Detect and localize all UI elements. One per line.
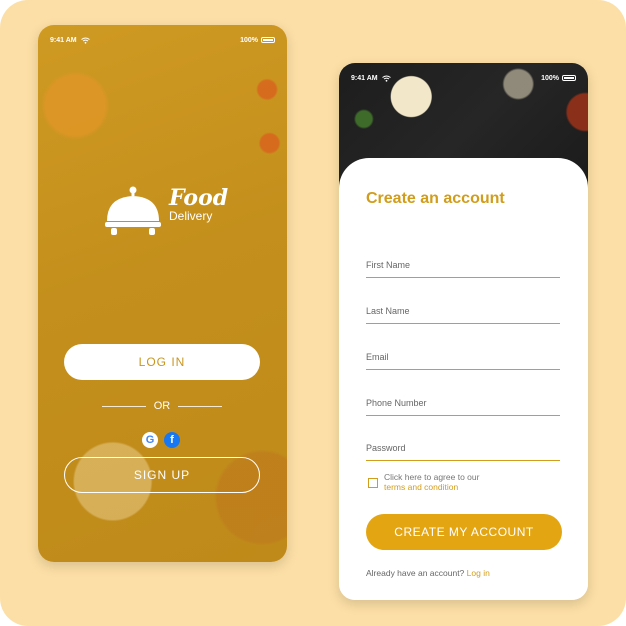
wifi-icon [80, 37, 90, 44]
brand-subtitle: Delivery [169, 209, 213, 223]
first-name-field [366, 255, 560, 278]
or-divider: OR [102, 399, 222, 413]
battery-icon [261, 37, 275, 43]
terms-label: Click here to agree to our [384, 472, 480, 482]
password-field [366, 438, 560, 461]
login-button[interactable]: LOG IN [64, 344, 260, 380]
last-name-field [366, 301, 560, 324]
phone-field [366, 393, 560, 416]
brand-logo-text: Food Delivery [169, 187, 228, 223]
status-time: 9:41 AM [351, 74, 378, 82]
facebook-icon[interactable]: f [164, 432, 180, 448]
wifi-icon [381, 75, 391, 82]
status-bar: 9:41 AM 100% [351, 72, 576, 84]
email-field [366, 347, 560, 370]
signup-button[interactable]: SIGN UP [64, 457, 260, 493]
create-account-screen: 9:41 AM 100% Create an account First Nam… [339, 63, 588, 600]
status-time: 9:41 AM [50, 36, 77, 44]
welcome-screen: 9:41 AM 100% Food Delivery LOG IN OR G f… [38, 25, 287, 562]
login-prompt: Already have an account? Log in [366, 568, 562, 578]
battery-percent: 100% [240, 36, 258, 44]
google-icon[interactable]: G [142, 432, 158, 448]
email-input[interactable] [366, 352, 560, 362]
phone-input[interactable] [366, 398, 560, 408]
terms-agreement: Click here to agree to our terms and con… [368, 472, 479, 492]
terms-text: Click here to agree to our terms and con… [384, 472, 479, 492]
social-login: G f [142, 432, 180, 448]
page-title: Create an account [366, 190, 505, 207]
first-name-input[interactable] [366, 260, 560, 270]
last-name-input[interactable] [366, 306, 560, 316]
divider-line-right [178, 405, 222, 407]
create-account-button[interactable]: CREATE MY ACCOUNT [366, 514, 562, 550]
app-mockup-canvas: 9:41 AM 100% Food Delivery LOG IN OR G f… [0, 0, 626, 626]
or-label: OR [153, 400, 171, 412]
login-link[interactable]: Log in [467, 568, 490, 578]
brand-title: Food [169, 185, 229, 211]
terms-link[interactable]: terms and condition [384, 482, 458, 492]
battery-icon [562, 75, 576, 81]
checkbox-icon[interactable] [368, 478, 378, 488]
password-input[interactable] [366, 443, 560, 453]
divider-line-left [102, 405, 146, 407]
have-account-text: Already have an account? [366, 568, 465, 578]
status-bar: 9:41 AM 100% [50, 34, 275, 46]
battery-percent: 100% [541, 74, 559, 82]
